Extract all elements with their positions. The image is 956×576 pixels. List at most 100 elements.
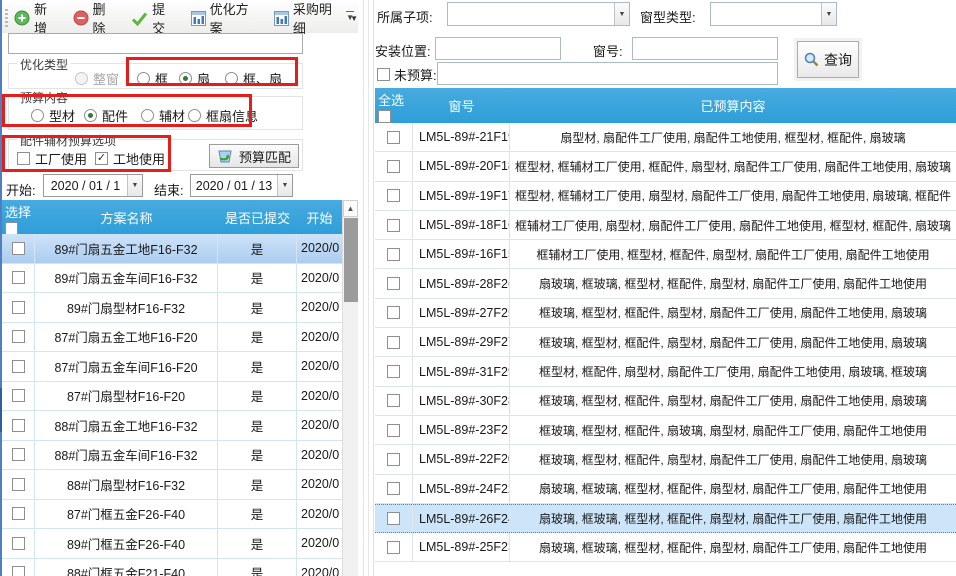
radio-frame[interactable]: 框 xyxy=(137,69,168,88)
plan-table-row[interactable]: 88#门扇五金车间F16-F32是2020/0 xyxy=(2,441,342,471)
plan-table-row[interactable]: 87#门扇型材F16-F20是2020/0 xyxy=(2,382,342,412)
checkbox-icon-checked[interactable] xyxy=(95,152,108,165)
row-checkbox[interactable] xyxy=(387,160,400,173)
radio-sash[interactable]: 扇 xyxy=(179,69,210,88)
select-all-checkbox[interactable] xyxy=(378,110,391,123)
plan-table-row[interactable]: 89#门扇五金工地F16-F32是2020/0 xyxy=(2,234,342,264)
optimize-plan-button[interactable]: 优化方案 xyxy=(191,0,261,37)
radio-icon[interactable] xyxy=(31,109,44,122)
window-table-row[interactable]: LM5L-89#-23F21框玻璃, 框型材, 框配件, 扇玻璃, 扇型材, 扇… xyxy=(375,416,956,445)
chevron-down-icon[interactable]: ▼ xyxy=(277,175,292,196)
row-checkbox[interactable] xyxy=(387,219,400,232)
plan-header-name[interactable]: 方案名称 xyxy=(35,200,218,234)
checkbox-icon[interactable] xyxy=(17,152,30,165)
radio-icon[interactable] xyxy=(137,72,150,85)
row-checkbox[interactable] xyxy=(387,336,400,349)
toolbar-overflow-icon[interactable]: ▼ xyxy=(346,11,354,22)
checkbox-site-use[interactable]: 工地使用 xyxy=(95,149,165,168)
start-date-picker[interactable]: 2020 / 01 / 1 ▼ xyxy=(43,174,143,197)
plan-table-row[interactable]: 89#门框五金F26-F40是2020/0 xyxy=(2,529,342,559)
row-checkbox[interactable] xyxy=(387,482,400,495)
plan-header-start[interactable]: 开始 xyxy=(297,200,342,234)
radio-icon-selected[interactable] xyxy=(84,109,97,122)
add-button[interactable]: 新增 xyxy=(14,0,60,37)
delete-button[interactable]: 删除 xyxy=(73,0,119,37)
row-checkbox[interactable] xyxy=(387,277,400,290)
radio-icon[interactable] xyxy=(141,109,154,122)
row-checkbox[interactable] xyxy=(12,507,25,520)
checkbox-factory-use[interactable]: 工厂使用 xyxy=(17,149,87,168)
row-checkbox[interactable] xyxy=(12,360,25,373)
window-table-row[interactable]: LM5L-89#-30F28框玻璃, 框型材, 框配件, 扇型材, 扇配件工厂使… xyxy=(375,387,956,416)
row-checkbox[interactable] xyxy=(12,537,25,550)
row-checkbox[interactable] xyxy=(387,248,400,261)
row-checkbox[interactable] xyxy=(387,131,400,144)
row-checkbox[interactable] xyxy=(12,478,25,491)
row-checkbox[interactable] xyxy=(387,453,400,466)
chevron-down-icon[interactable]: ▼ xyxy=(821,3,836,25)
plan-table-row[interactable]: 88#门扇型材F16-F32是2020/0 xyxy=(2,470,342,500)
radio-frame-sash[interactable]: 框、扇 xyxy=(225,69,282,88)
row-checkbox[interactable] xyxy=(12,448,25,461)
plan-table-row[interactable]: 89#门扇型材F16-F32是2020/0 xyxy=(2,293,342,323)
sub-item-select[interactable]: ▼ xyxy=(447,2,630,26)
radio-icon[interactable] xyxy=(188,109,201,122)
plan-search-input[interactable] xyxy=(8,33,303,54)
radio-accessory[interactable]: 配件 xyxy=(84,106,128,125)
radio-profile[interactable]: 型材 xyxy=(31,106,75,125)
budget-match-button[interactable]: 预算匹配 xyxy=(209,144,299,168)
window-table-row[interactable]: LM5L-89#-16F15框辅材工厂使用, 框型材, 框配件, 扇型材, 扇配… xyxy=(375,240,956,269)
window-table-row[interactable]: LM5L-89#-24F22扇玻璃, 框玻璃, 框型材, 框配件, 扇型材, 扇… xyxy=(375,475,956,504)
row-checkbox[interactable] xyxy=(12,301,25,314)
unbudgeted-input[interactable] xyxy=(437,62,778,85)
plan-table-row[interactable]: 88#门框五金F21-F40是2020/0 xyxy=(2,559,342,576)
chevron-down-icon[interactable]: ▼ xyxy=(127,175,142,196)
unbudgeted-checkbox[interactable] xyxy=(377,68,390,81)
window-type-select[interactable]: ▼ xyxy=(710,2,837,26)
window-table-row[interactable]: LM5L-89#-19F17框型材, 框辅材工厂使用, 扇型材, 扇配件工厂使用… xyxy=(375,182,956,211)
plan-table-row[interactable]: 87#门扇五金工地F16-F20是2020/0 xyxy=(2,323,342,353)
row-checkbox[interactable] xyxy=(387,424,400,437)
row-checkbox[interactable] xyxy=(12,242,25,255)
unbudgeted-checkbox-row[interactable]: 未预算: xyxy=(377,65,437,84)
row-checkbox[interactable] xyxy=(12,271,25,284)
plan-header-submitted[interactable]: 是否已提交 xyxy=(218,200,297,234)
window-table-row[interactable]: LM5L-89#-31F29框型材, 框配件, 扇型材, 扇配件工厂使用, 扇配… xyxy=(375,357,956,386)
end-date-picker[interactable]: 2020 / 01 / 13 ▼ xyxy=(190,174,293,197)
plan-table-row[interactable]: 87#门框五金F26-F40是2020/0 xyxy=(2,500,342,530)
select-all-checkbox[interactable] xyxy=(5,222,18,234)
submit-button[interactable]: 提交 xyxy=(131,0,178,37)
install-position-input[interactable] xyxy=(435,37,561,60)
window-table-row[interactable]: LM5L-89#-18F16框辅材工厂使用, 扇型材, 扇配件工厂使用, 扇配件… xyxy=(375,211,956,240)
window-table-row[interactable]: LM5L-89#-20F18框型材, 框辅材工厂使用, 框配件, 扇型材, 扇配… xyxy=(375,152,956,181)
radio-icon-selected[interactable] xyxy=(179,72,192,85)
row-checkbox[interactable] xyxy=(387,365,400,378)
plan-table-scrollbar[interactable]: ▲ xyxy=(342,200,358,576)
window-table-row[interactable]: LM5L-89#-25F23扇玻璃, 框玻璃, 框型材, 框配件, 扇型材, 扇… xyxy=(375,533,956,562)
window-table-row[interactable]: LM5L-89#-29F27框玻璃, 框型材, 框配件, 扇型材, 扇配件工厂使… xyxy=(375,328,956,357)
row-checkbox[interactable] xyxy=(387,541,400,554)
scrollbar-thumb[interactable] xyxy=(344,218,358,302)
chevron-down-icon[interactable]: ▼ xyxy=(614,3,629,25)
plan-table-row[interactable]: 87#门扇五金车间F16-F20是2020/0 xyxy=(2,352,342,382)
row-checkbox[interactable] xyxy=(387,512,400,525)
row-checkbox[interactable] xyxy=(387,394,400,407)
window-table-row[interactable]: LM5L-89#-22F20框玻璃, 框型材, 框配件, 扇型材, 扇配件工厂使… xyxy=(375,445,956,474)
window-table-row[interactable]: LM5L-89#-27F25框玻璃, 框型材, 框配件, 扇型材, 扇配件工厂使… xyxy=(375,299,956,328)
window-header-budgeted[interactable]: 已预算内容 xyxy=(510,88,956,123)
row-checkbox[interactable] xyxy=(12,389,25,402)
window-table-row[interactable]: LM5L-89#-21F19扇型材, 扇配件工厂使用, 扇配件工地使用, 框型材… xyxy=(375,123,956,152)
window-table-row[interactable]: LM5L-89#-26F24扇玻璃, 框玻璃, 框型材, 框配件, 扇型材, 扇… xyxy=(375,504,956,533)
radio-auxiliary[interactable]: 辅材 xyxy=(141,106,185,125)
window-header-no[interactable]: 窗号 xyxy=(413,88,510,123)
window-table-row[interactable]: LM5L-89#-28F26扇玻璃, 框玻璃, 框型材, 框配件, 扇型材, 扇… xyxy=(375,269,956,298)
plan-table-row[interactable]: 88#门扇五金工地F16-F32是2020/0 xyxy=(2,411,342,441)
row-checkbox[interactable] xyxy=(387,306,400,319)
row-checkbox[interactable] xyxy=(12,419,25,432)
row-checkbox[interactable] xyxy=(387,189,400,202)
window-no-input[interactable] xyxy=(632,37,778,60)
scroll-up-icon[interactable]: ▲ xyxy=(343,200,358,217)
radio-frame-sash-info[interactable]: 框扇信息 xyxy=(188,106,258,125)
plan-table-row[interactable]: 89#门扇五金车间F16-F32是2020/0 xyxy=(2,264,342,294)
query-button[interactable]: 查询 xyxy=(797,41,859,78)
